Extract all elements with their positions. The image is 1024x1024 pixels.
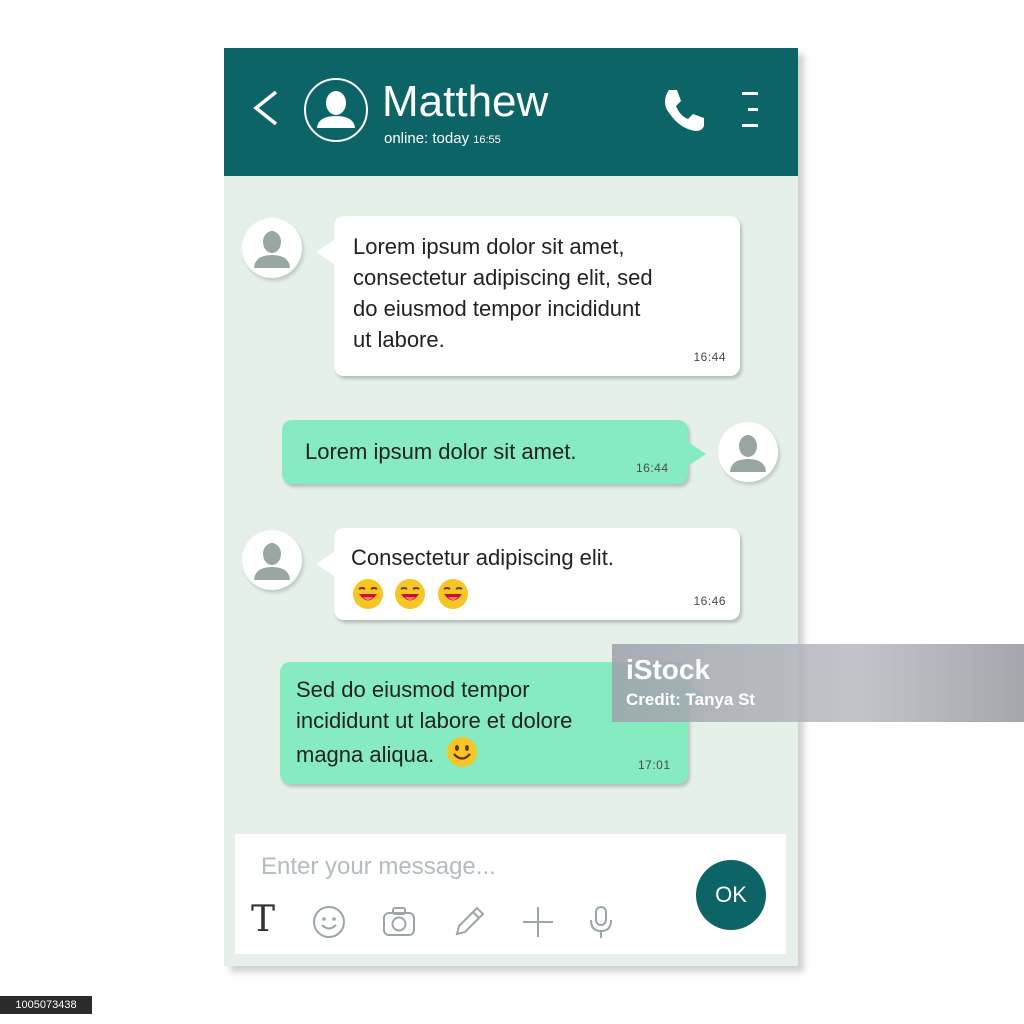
- contact-name: Matthew: [382, 77, 549, 126]
- menu-icon[interactable]: [738, 90, 762, 130]
- contact-avatar-icon[interactable]: [304, 78, 368, 142]
- my-avatar-icon: [718, 422, 778, 482]
- watermark-credit: Credit: Tanya St: [626, 690, 756, 709]
- message-timestamp: 16:46: [693, 594, 726, 608]
- message-text: Lorem ipsum dolor sit amet, consectetur …: [353, 234, 653, 352]
- stock-watermark: iStock Credit: Tanya St: [612, 644, 1024, 722]
- sender-avatar-icon: [242, 218, 302, 278]
- outgoing-message-bubble[interactable]: Lorem ipsum dolor sit amet. 16:44: [282, 420, 706, 484]
- message-composer: T OK: [235, 834, 786, 954]
- grinning-tongue-emoji-icon: [437, 579, 468, 609]
- smiley-emoji-icon: [447, 737, 478, 767]
- camera-icon[interactable]: [381, 904, 417, 940]
- grinning-tongue-emoji-icon: [395, 579, 426, 609]
- message-input[interactable]: [261, 850, 661, 884]
- stock-id-label: 1005073438: [0, 996, 92, 1014]
- message-timestamp: 16:44: [693, 350, 726, 364]
- message-timestamp: 17:01: [638, 758, 671, 772]
- incoming-message-bubble[interactable]: Lorem ipsum dolor sit amet, consectetur …: [316, 216, 740, 376]
- grinning-tongue-emoji-icon: [353, 579, 383, 609]
- incoming-message-bubble[interactable]: Consectetur adipiscing elit. 16:46: [316, 528, 740, 620]
- chat-window: Matthew online: today 16:55 Lorem ipsum …: [224, 48, 798, 966]
- online-status: online: today 16:55: [384, 130, 501, 147]
- emoji-row: [352, 578, 469, 610]
- plus-icon[interactable]: [520, 904, 556, 940]
- emoji-icon[interactable]: [311, 904, 347, 940]
- message-text: Sed do eiusmod tempor incididunt ut labo…: [296, 677, 573, 767]
- back-arrow-icon[interactable]: [250, 86, 280, 130]
- microphone-icon[interactable]: [583, 904, 619, 940]
- phone-icon[interactable]: [660, 86, 708, 134]
- message-timestamp: 16:44: [636, 461, 669, 475]
- message-text: Lorem ipsum dolor sit amet.: [305, 439, 577, 464]
- pencil-icon[interactable]: [451, 904, 487, 940]
- text-format-icon[interactable]: T: [251, 900, 275, 940]
- online-status-label: online: today: [384, 130, 470, 147]
- send-button[interactable]: OK: [696, 860, 766, 930]
- chat-header: Matthew online: today 16:55: [224, 48, 798, 176]
- message-text: Consectetur adipiscing elit.: [351, 545, 614, 570]
- sender-avatar-icon: [242, 530, 302, 590]
- watermark-logo: iStock: [626, 654, 711, 685]
- online-status-time: 16:55: [473, 134, 501, 146]
